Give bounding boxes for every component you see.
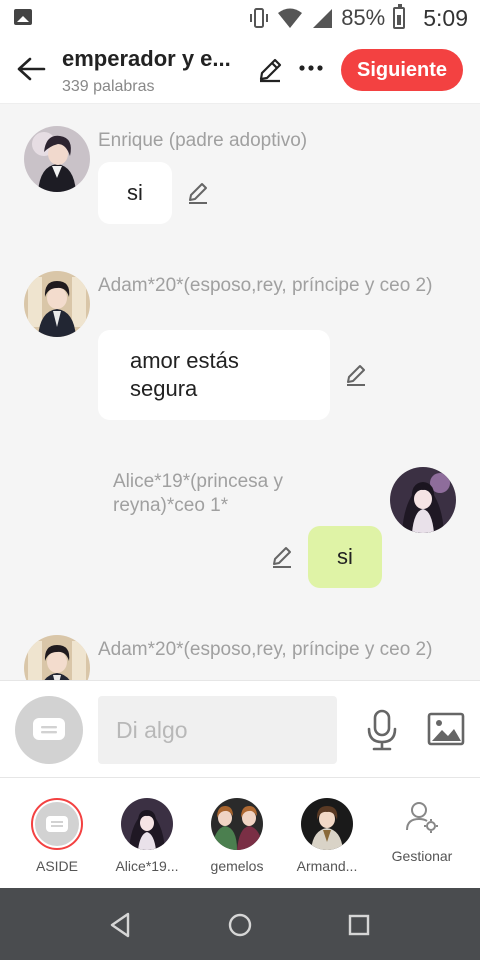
signal-icon	[313, 9, 333, 28]
more-options-icon[interactable]	[298, 64, 324, 72]
recents-square-icon[interactable]	[344, 910, 374, 940]
next-button[interactable]: Siguiente	[341, 49, 463, 91]
aside-avatar	[31, 798, 83, 850]
message-author: Adam*20*(esposo,rey, príncipe y ceo 2)	[98, 275, 433, 296]
status-bar: 85% 5:09	[0, 0, 480, 36]
avatar-adam[interactable]	[24, 271, 90, 337]
battery-icon	[393, 4, 406, 29]
manage-users-icon	[406, 802, 438, 833]
message-bubble[interactable]: si	[98, 162, 172, 224]
manage-characters-button[interactable]: Gestionar	[377, 798, 467, 864]
home-circle-icon[interactable]	[225, 910, 255, 940]
chat-area[interactable]: Enrique (padre adoptivo) si Adam*20*(esp…	[0, 104, 480, 680]
character-label: ASIDE	[35, 858, 78, 874]
clock: 5:09	[423, 4, 468, 31]
edit-title-icon[interactable]	[256, 56, 284, 84]
message-input[interactable]: Di algo	[98, 696, 337, 764]
character-alice[interactable]: Alice*19...	[102, 798, 192, 874]
message-bubble[interactable]: amor estás segura	[98, 330, 330, 420]
aside-toggle-button[interactable]	[15, 696, 83, 764]
wifi-icon	[278, 8, 303, 28]
avatar	[121, 798, 173, 850]
character-label: Armand...	[296, 858, 358, 874]
message-author: Enrique (padre adoptivo)	[98, 130, 308, 151]
message-icon	[33, 718, 65, 740]
edit-message-icon[interactable]	[186, 181, 210, 205]
edit-message-icon[interactable]	[270, 545, 294, 569]
message-author: Alice*19*(princesa y reyna)*ceo 1*	[113, 471, 284, 516]
edit-message-icon[interactable]	[344, 363, 368, 387]
microphone-icon[interactable]	[366, 709, 398, 751]
character-bar: ASIDE Alice*19... gemelos Armand... Gest…	[0, 778, 480, 888]
message-author: Adam*20*(esposo,rey, príncipe y ceo 2)	[98, 639, 433, 660]
vibrate-icon	[250, 8, 269, 28]
character-armand[interactable]: Armand...	[282, 798, 372, 874]
message-icon	[46, 816, 68, 832]
character-gemelos[interactable]: gemelos	[192, 798, 282, 874]
character-label: gemelos	[210, 858, 264, 874]
image-icon[interactable]	[427, 712, 465, 746]
system-nav-bar	[0, 888, 480, 960]
avatar-enrique[interactable]	[24, 126, 90, 192]
back-triangle-icon[interactable]	[106, 910, 136, 940]
word-count: 339 palabras	[62, 78, 155, 95]
back-arrow-icon[interactable]	[16, 56, 46, 82]
header: emperador y e... 339 palabras Siguiente	[0, 36, 480, 104]
character-label: Alice*19...	[115, 858, 179, 874]
character-label: Gestionar	[391, 848, 453, 864]
battery-percent: 85%	[341, 5, 386, 30]
avatar-alice[interactable]	[390, 467, 456, 533]
story-title: emperador y e...	[62, 46, 231, 71]
gallery-notification-icon	[14, 9, 32, 25]
composer-bar: Di algo	[0, 680, 480, 778]
avatar	[301, 798, 353, 850]
character-aside[interactable]: ASIDE	[12, 798, 102, 874]
avatar-adam[interactable]	[24, 635, 90, 680]
avatar	[211, 798, 263, 850]
message-bubble-own[interactable]: si	[308, 526, 382, 588]
